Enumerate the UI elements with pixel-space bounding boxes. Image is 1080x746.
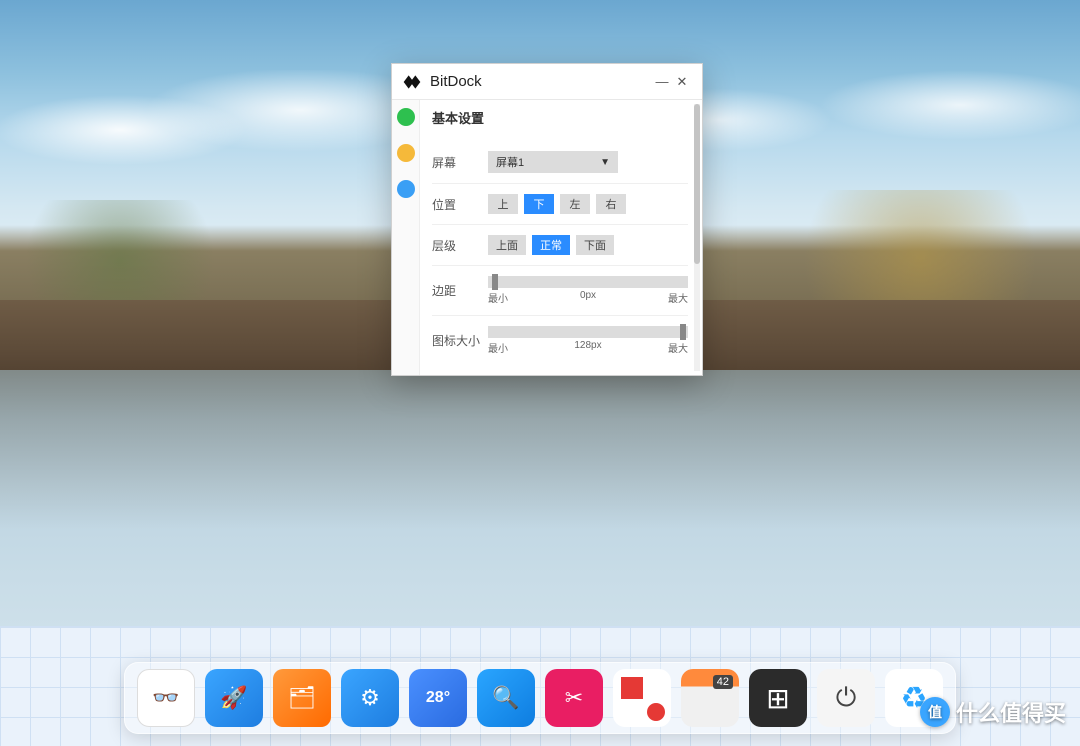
- icon-size-max-label: 最大: [668, 340, 688, 355]
- bitdock-settings-window: BitDock — ✕ 基本设置 屏幕 屏幕1 ▼ 位置: [391, 63, 703, 376]
- calendar-date-badge: 42: [713, 675, 733, 689]
- record-icon: [647, 703, 665, 721]
- row-icon-size: 图标大小 最小 128px 最大: [432, 316, 688, 365]
- margin-min-label: 最小: [488, 290, 508, 305]
- screen-select[interactable]: 屏幕1 ▼: [488, 151, 618, 173]
- dock-item-rocket-app[interactable]: 🚀: [205, 669, 263, 727]
- dock-item-geek-app[interactable]: 👓: [137, 669, 195, 727]
- label-layer: 层级: [432, 237, 488, 254]
- bitdock-logo-icon: [402, 72, 422, 92]
- window-scrollbar[interactable]: [694, 104, 700, 371]
- minimize-button[interactable]: —: [652, 74, 672, 89]
- icon-size-min-label: 最小: [488, 340, 508, 355]
- dock-item-search-app[interactable]: 🔍: [477, 669, 535, 727]
- margin-slider[interactable]: [488, 276, 688, 288]
- dock-item-power-app[interactable]: ⏻: [817, 669, 875, 727]
- position-left-button[interactable]: 左: [560, 194, 590, 214]
- position-right-button[interactable]: 右: [596, 194, 626, 214]
- watermark: 值 什么值得买: [920, 696, 1066, 728]
- margin-slider-thumb[interactable]: [492, 274, 498, 290]
- label-margin: 边距: [432, 282, 488, 299]
- settings-content: 基本设置 屏幕 屏幕1 ▼ 位置 上 下 左 右: [420, 100, 702, 375]
- scrollbar-thumb[interactable]: [694, 104, 700, 264]
- dock-item-calendar-app[interactable]: 42: [681, 669, 739, 727]
- dock-item-settings-app[interactable]: ⚙: [341, 669, 399, 727]
- chevron-down-icon: ▼: [600, 157, 610, 168]
- position-up-button[interactable]: 上: [488, 194, 518, 214]
- layer-top-button[interactable]: 上面: [488, 235, 526, 255]
- close-button[interactable]: ✕: [672, 74, 692, 90]
- dock-item-recorder-app[interactable]: [613, 669, 671, 727]
- margin-value-label: 0px: [580, 290, 596, 305]
- screen-selected-value: 屏幕1: [496, 154, 524, 170]
- label-position: 位置: [432, 196, 488, 213]
- label-screen: 屏幕: [432, 154, 488, 171]
- margin-max-label: 最大: [668, 290, 688, 305]
- watermark-badge-icon: 值: [920, 697, 950, 727]
- section-title: 基本设置: [432, 108, 688, 127]
- icon-size-value-label: 128px: [574, 340, 601, 355]
- row-screen: 屏幕 屏幕1 ▼: [432, 141, 688, 184]
- water-reflection: [0, 370, 1080, 530]
- row-margin: 边距 最小 0px 最大: [432, 266, 688, 316]
- record-square-icon: [621, 677, 643, 699]
- dock-item-crop-app[interactable]: ✂: [545, 669, 603, 727]
- sidebar-tab-basic[interactable]: [397, 108, 415, 126]
- layer-bottom-button[interactable]: 下面: [576, 235, 614, 255]
- dock: 👓🚀🗂⚙28°🔍✂42⊞⏻♻: [124, 662, 956, 734]
- position-down-button[interactable]: 下: [524, 194, 554, 214]
- icon-size-slider[interactable]: [488, 326, 688, 338]
- window-titlebar[interactable]: BitDock — ✕: [392, 64, 702, 100]
- sidebar-tab-appearance[interactable]: [397, 144, 415, 162]
- settings-sidebar: [392, 100, 420, 375]
- icon-size-slider-thumb[interactable]: [680, 324, 686, 340]
- window-title: BitDock: [430, 73, 652, 90]
- layer-normal-button[interactable]: 正常: [532, 235, 570, 255]
- sidebar-tab-other[interactable]: [397, 180, 415, 198]
- dock-item-weather-app[interactable]: 28°: [409, 669, 467, 727]
- row-layer: 层级 上面 正常 下面: [432, 225, 688, 266]
- dock-item-files-app[interactable]: 🗂: [273, 669, 331, 727]
- label-icon-size: 图标大小: [432, 332, 488, 349]
- dock-item-windows-app[interactable]: ⊞: [749, 669, 807, 727]
- row-position: 位置 上 下 左 右: [432, 184, 688, 225]
- watermark-text: 什么值得买: [956, 696, 1066, 728]
